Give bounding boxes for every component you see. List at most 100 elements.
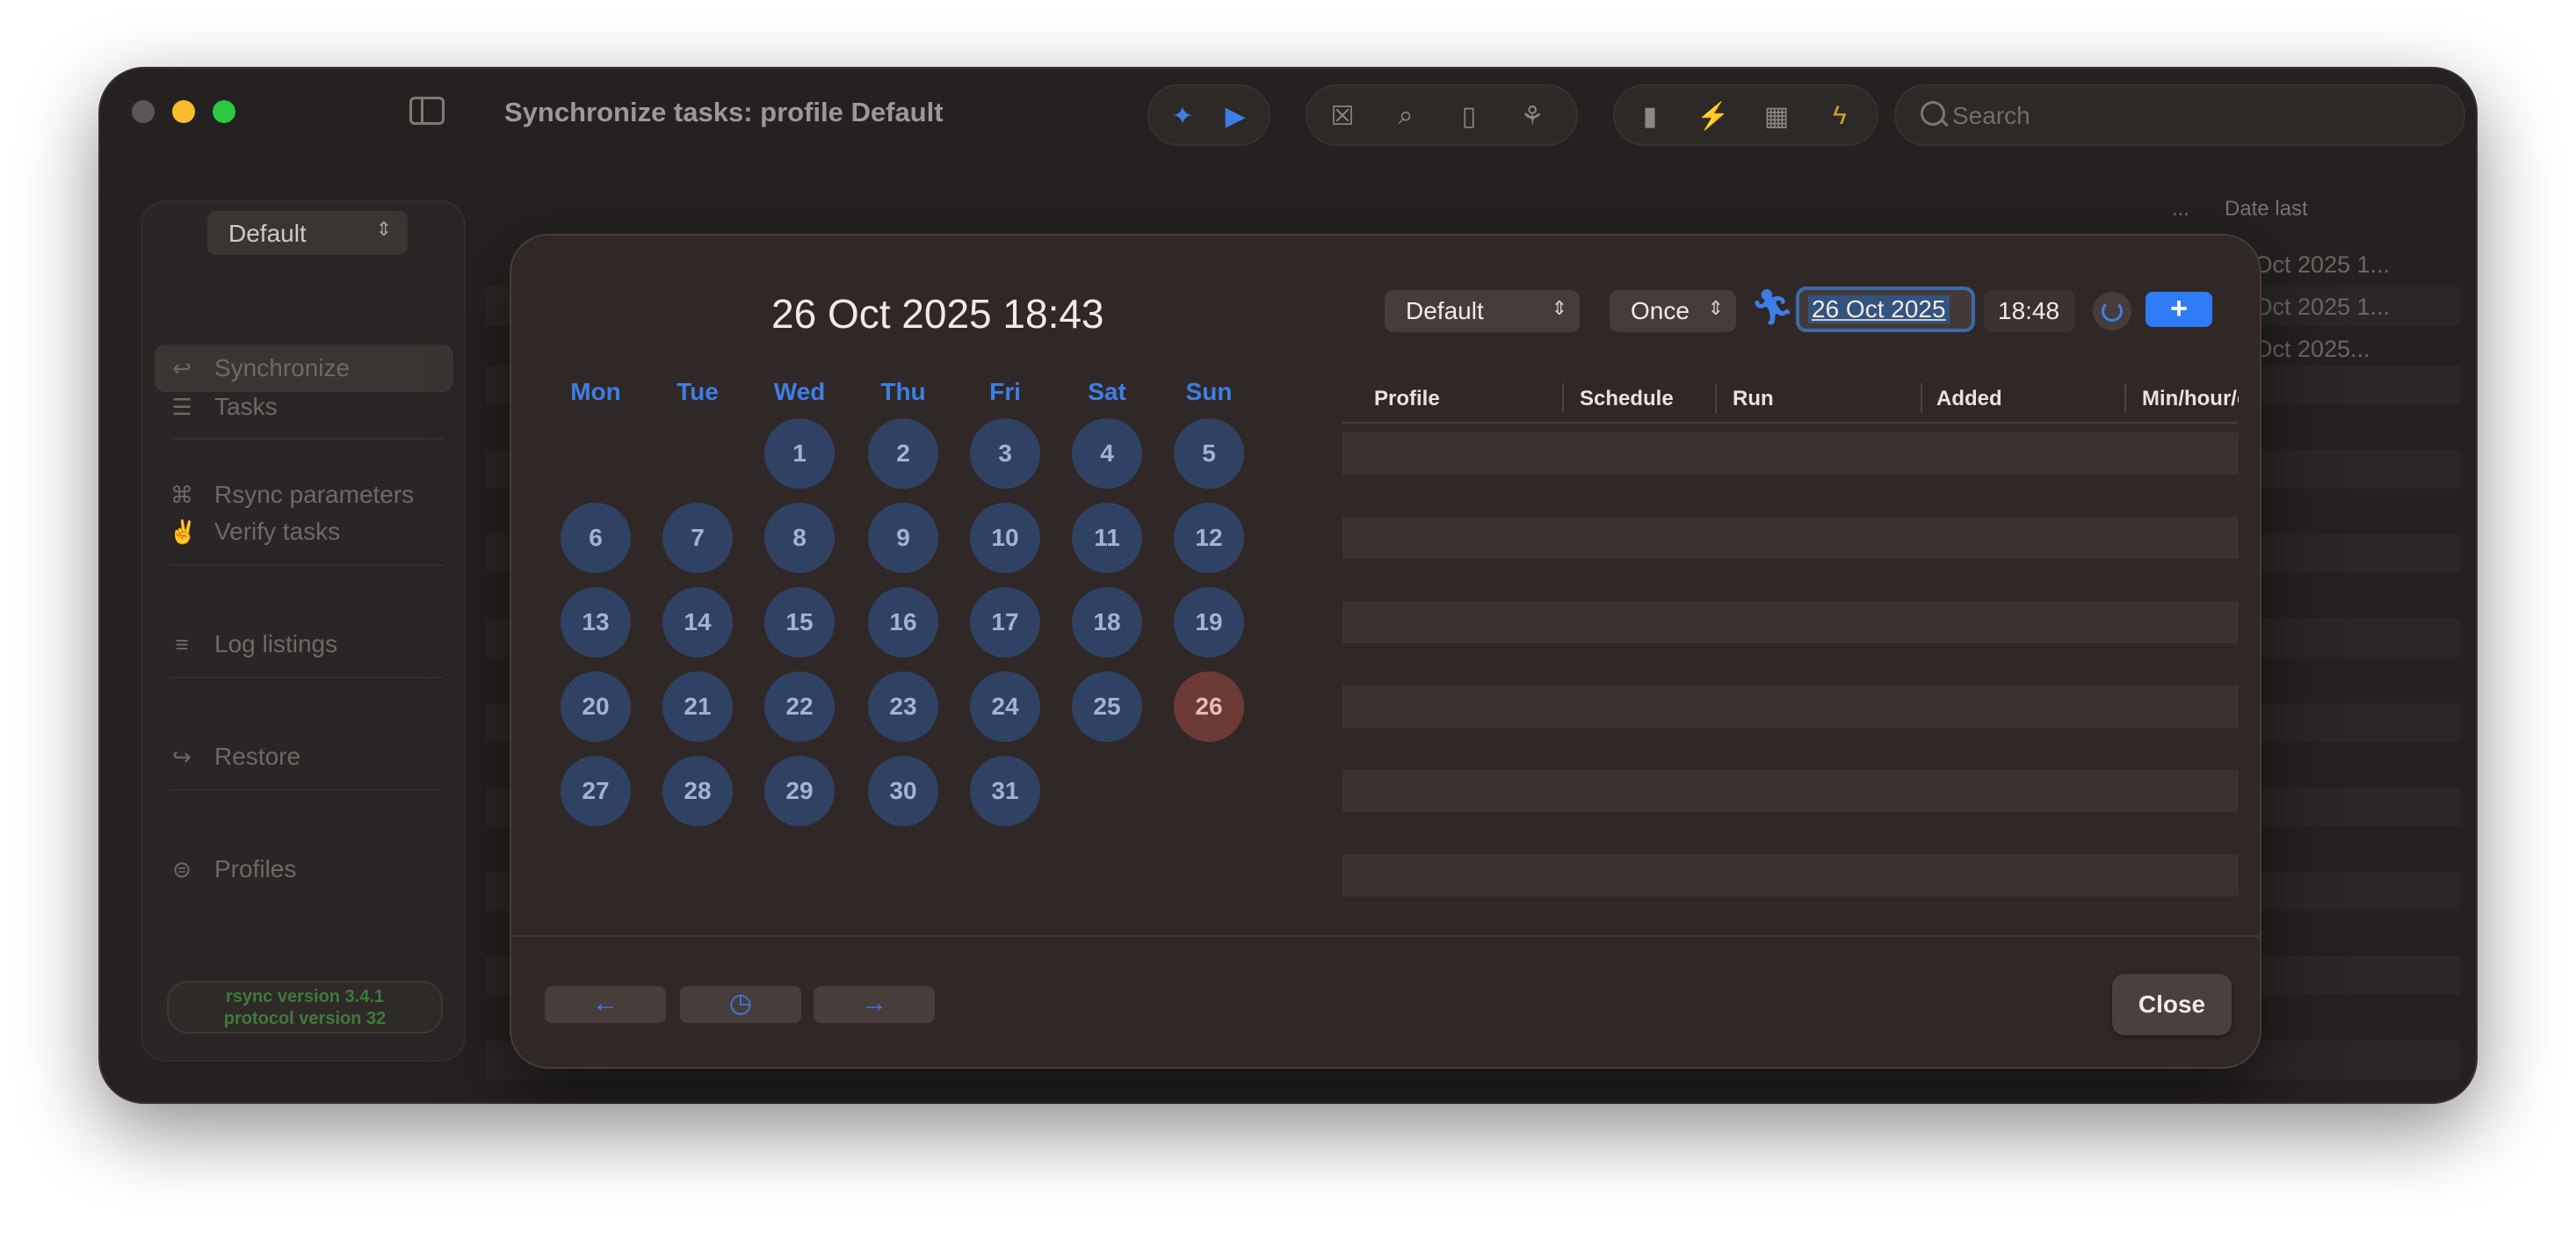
chevron-updown-icon: ⇕ bbox=[375, 218, 392, 240]
bolt-shield-outline-icon[interactable]: ϟ bbox=[1822, 98, 1857, 134]
refresh-icon[interactable] bbox=[2093, 292, 2131, 330]
calendar-day[interactable]: 7 bbox=[662, 503, 733, 573]
schedule-sheet: 26 Oct 2025 18:43 Mon Tue Wed Thu Fri Sat Sun 1… bbox=[510, 234, 2261, 1069]
titlebar: Synchronize tasks: profile Default ✦ ▶ ☒… bbox=[98, 67, 2478, 162]
column-header-profile[interactable]: Profile bbox=[1374, 387, 1559, 417]
calendar-day[interactable]: 5 bbox=[1174, 418, 1244, 489]
search-input[interactable]: Search bbox=[1894, 84, 2465, 146]
sidebar-item-label: Restore bbox=[214, 743, 301, 770]
sidebar-item-log-listings[interactable]: ≡ Log listings bbox=[155, 621, 453, 668]
bolt-shield-icon[interactable]: ⚡ bbox=[1696, 98, 1731, 134]
sidebar-item-label: Log listings bbox=[214, 630, 338, 657]
weekday-header: Wed bbox=[773, 378, 826, 405]
minimize-window-button[interactable] bbox=[172, 100, 195, 123]
column-header-added[interactable]: Added bbox=[1936, 387, 2112, 417]
calendar-day[interactable]: 28 bbox=[662, 756, 733, 826]
calendar-day[interactable]: 3 bbox=[970, 418, 1040, 489]
sidebar-divider bbox=[170, 438, 443, 439]
profile-picker-value: Default bbox=[1406, 297, 1484, 324]
column-separator bbox=[1562, 383, 1564, 413]
calendar-day[interactable]: 30 bbox=[868, 756, 938, 826]
calendar-day[interactable]: 27 bbox=[561, 756, 631, 826]
bar-chart-icon[interactable]: ▮ bbox=[1632, 98, 1668, 134]
calendar-day[interactable]: 8 bbox=[764, 503, 835, 573]
lines-icon: ≡ bbox=[175, 630, 189, 657]
sidebar-item-label: Verify tasks bbox=[214, 518, 341, 545]
sidebar-item-restore[interactable]: ↪ Restore bbox=[155, 733, 453, 780]
date-field[interactable]: 26 Oct 2025 bbox=[1796, 287, 1975, 332]
calendar-icon[interactable]: ▦ bbox=[1759, 98, 1794, 134]
calendar-day[interactable]: 11 bbox=[1072, 503, 1142, 573]
column-separator bbox=[2124, 383, 2126, 413]
calendar-day[interactable]: 24 bbox=[970, 671, 1040, 742]
calendar-day[interactable]: 9 bbox=[868, 503, 938, 573]
calendar-day-today[interactable]: 26 bbox=[1174, 671, 1244, 742]
calendar-day[interactable]: 12 bbox=[1174, 503, 1244, 573]
calendar-day[interactable]: 10 bbox=[970, 503, 1040, 573]
sidebar-item-verify-tasks[interactable]: ✌ Verify tasks bbox=[155, 508, 453, 555]
calendar-day[interactable]: 18 bbox=[1072, 587, 1142, 657]
table-row bbox=[1342, 601, 2239, 643]
toolbar-group-run: ✦ ▶ bbox=[1147, 84, 1270, 146]
protocol-version: protocol version 32 bbox=[223, 1009, 387, 1028]
magic-wand-icon[interactable]: ✦ bbox=[1165, 98, 1200, 134]
chevron-updown-icon: ⇕ bbox=[1551, 297, 1567, 319]
task-list-icon: ☰ bbox=[171, 393, 192, 420]
footer-divider bbox=[511, 935, 2260, 937]
weekday-header: Thu bbox=[880, 378, 926, 405]
add-schedule-button[interactable]: + bbox=[2145, 292, 2212, 327]
rsync-version: rsync version 3.4.1 bbox=[225, 987, 385, 1006]
rabbit-icon[interactable]: ⚘ bbox=[1515, 98, 1550, 134]
document-icon[interactable]: ▯ bbox=[1451, 98, 1487, 134]
calendar-day[interactable]: 31 bbox=[970, 756, 1040, 826]
current-month-button[interactable]: ◷ bbox=[680, 986, 801, 1023]
rsync-version-badge: rsync version 3.4.1 protocol version 32 bbox=[167, 981, 443, 1034]
main-window: Synchronize tasks: profile Default ✦ ▶ ☒… bbox=[98, 67, 2478, 1104]
calendar-day[interactable]: 21 bbox=[662, 671, 733, 742]
zoom-search-icon[interactable]: ⌕ bbox=[1388, 98, 1423, 134]
zoom-window-button[interactable] bbox=[213, 100, 235, 123]
calendar-day[interactable]: 25 bbox=[1072, 671, 1142, 742]
schedule-picker[interactable]: Once ⇕ bbox=[1610, 290, 1736, 332]
calendar-day[interactable]: 13 bbox=[561, 587, 631, 657]
calendar-day[interactable]: 19 bbox=[1174, 587, 1244, 657]
calendar-day[interactable]: 14 bbox=[662, 587, 733, 657]
calendar-day[interactable]: 15 bbox=[764, 587, 835, 657]
table-header-date-last: Date last bbox=[2225, 197, 2308, 221]
calendar-day[interactable]: 2 bbox=[868, 418, 938, 489]
profile-picker[interactable]: Default ⇕ bbox=[1385, 290, 1580, 332]
close-window-button[interactable] bbox=[132, 100, 155, 123]
previous-month-button[interactable]: ← bbox=[545, 986, 666, 1023]
table-row bbox=[1342, 770, 2239, 812]
sidebar-item-profiles[interactable]: ⊜ Profiles bbox=[155, 846, 453, 893]
calendar-day[interactable]: 4 bbox=[1072, 418, 1142, 489]
sidebar-toggle-icon[interactable] bbox=[409, 97, 445, 125]
calendar-day[interactable]: 6 bbox=[561, 503, 631, 573]
table-row bbox=[1342, 854, 2239, 896]
sidebar-item-label: Rsync parameters bbox=[214, 481, 415, 508]
calendar-day[interactable]: 1 bbox=[764, 418, 835, 489]
close-button[interactable]: Close bbox=[2112, 974, 2232, 1035]
column-header-run[interactable]: Run bbox=[1733, 387, 1908, 417]
abort-icon[interactable]: ☒ bbox=[1325, 98, 1360, 134]
calendar-day[interactable]: 22 bbox=[764, 671, 835, 742]
calendar-day[interactable]: 23 bbox=[868, 671, 938, 742]
play-icon[interactable]: ▶ bbox=[1218, 98, 1253, 134]
column-header-min-hour-day[interactable]: Min/hour/d bbox=[2142, 387, 2239, 417]
window-title: Synchronize tasks: profile Default bbox=[504, 97, 944, 127]
calendar-day[interactable]: 29 bbox=[764, 756, 835, 826]
sidebar-item-tasks[interactable]: ☰ Tasks bbox=[155, 383, 453, 431]
column-header-schedule[interactable]: Schedule bbox=[1580, 387, 1711, 417]
calendar-day[interactable]: 17 bbox=[970, 587, 1040, 657]
column-separator bbox=[1715, 383, 1717, 413]
profile-select[interactable]: Default ⇕ bbox=[207, 211, 408, 255]
date-field-value: 26 Oct 2025 bbox=[1808, 295, 1950, 323]
thumbs-up-icon: ✌ bbox=[169, 518, 198, 545]
calendar-day[interactable]: 20 bbox=[561, 671, 631, 742]
table-row bbox=[1342, 517, 2239, 559]
time-field[interactable]: 18:48 bbox=[1984, 290, 2075, 332]
next-month-button[interactable]: → bbox=[814, 986, 935, 1023]
calendar-day[interactable]: 16 bbox=[868, 587, 938, 657]
sidebar-divider bbox=[170, 564, 443, 566]
weekday-header: Sun bbox=[1185, 378, 1233, 405]
